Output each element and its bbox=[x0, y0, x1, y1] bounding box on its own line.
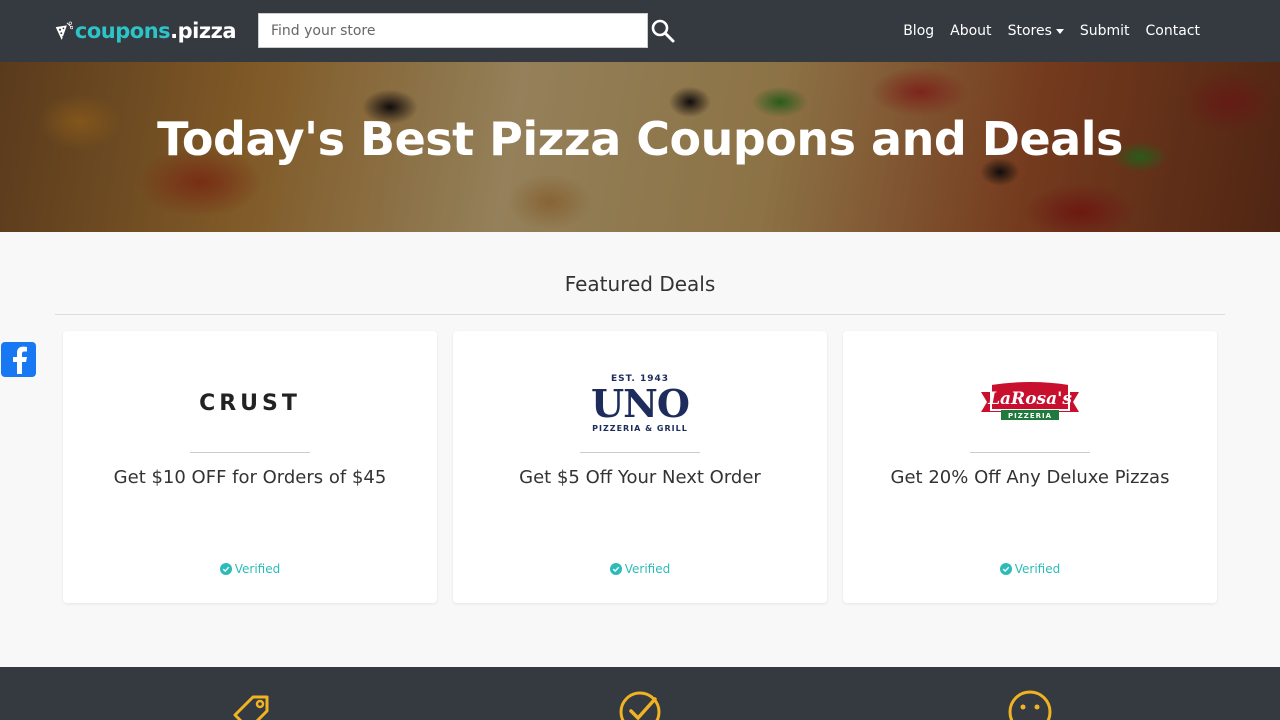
card-divider bbox=[190, 452, 310, 453]
hero-banner: Today's Best Pizza Coupons and Deals bbox=[0, 62, 1280, 232]
uno-logo: EST. 1943 UNO PIZZERIA & GRILL bbox=[453, 353, 827, 453]
logo-text: coupons.pizza bbox=[74, 19, 237, 43]
deal-card-uno[interactable]: EST. 1943 UNO PIZZERIA & GRILL Get $5 Of… bbox=[453, 331, 827, 603]
search-icon[interactable] bbox=[650, 18, 676, 44]
check-circle-icon bbox=[999, 563, 1012, 575]
hero-title: Today's Best Pizza Coupons and Deals bbox=[157, 112, 1123, 166]
nav-links: Blog About Stores Submit Contact bbox=[895, 0, 1208, 62]
card-divider bbox=[970, 452, 1090, 453]
crust-logo-text: CRUST bbox=[199, 390, 301, 416]
logo-text-part2: .pizza bbox=[170, 19, 236, 43]
logo-text-part1: coupons bbox=[74, 19, 171, 43]
uno-logo-text: UNO bbox=[591, 380, 690, 426]
verified-label: Verified bbox=[234, 562, 281, 576]
pizza-logo-icon bbox=[55, 21, 73, 41]
caret-down-icon bbox=[1055, 28, 1064, 34]
verified-label: Verified bbox=[1014, 562, 1061, 576]
check-circle-icon bbox=[219, 563, 232, 575]
deal-card-crust[interactable]: CRUST Get $10 OFF for Orders of $45 Veri… bbox=[63, 331, 437, 603]
verified-badge: Verified bbox=[63, 562, 437, 576]
nav-link-contact[interactable]: Contact bbox=[1138, 23, 1208, 39]
larosas-logo-graphic: LaRosa's PIZZERIA bbox=[981, 380, 1079, 420]
site-logo[interactable]: coupons.pizza bbox=[54, 6, 236, 56]
facebook-icon[interactable] bbox=[1, 342, 36, 377]
larosas-logo: LaRosa's PIZZERIA bbox=[843, 353, 1217, 453]
verified-label: Verified bbox=[624, 562, 671, 576]
larosas-logo-text: LaRosa's bbox=[987, 389, 1072, 409]
nav-link-submit[interactable]: Submit bbox=[1072, 23, 1138, 39]
facebook-f-glyph bbox=[12, 346, 27, 374]
deal-card-larosas[interactable]: LaRosa's PIZZERIA Get 20% Off Any Deluxe… bbox=[843, 331, 1217, 603]
deal-text: Get 20% Off Any Deluxe Pizzas bbox=[890, 467, 1170, 488]
nav-dropdown-stores[interactable]: Stores bbox=[1000, 23, 1072, 39]
card-divider bbox=[580, 452, 700, 453]
nav-link-blog[interactable]: Blog bbox=[895, 23, 942, 39]
featured-deals-title: Featured Deals bbox=[564, 272, 716, 296]
search-input[interactable] bbox=[258, 13, 648, 48]
check-circle-icon bbox=[609, 563, 622, 575]
tag-icon bbox=[233, 695, 269, 720]
uno-logo-sub: PIZZERIA & GRILL bbox=[592, 423, 688, 433]
check-circle-icon bbox=[619, 691, 661, 720]
nav-dropdown-stores-label: Stores bbox=[1007, 23, 1052, 39]
navbar: coupons.pizza Blog About Stores Submit C… bbox=[0, 0, 1280, 62]
deal-text: Get $5 Off Your Next Order bbox=[519, 467, 761, 488]
nav-link-about[interactable]: About bbox=[942, 23, 999, 39]
verified-badge: Verified bbox=[843, 562, 1217, 576]
crust-logo: CRUST bbox=[63, 353, 437, 453]
larosas-logo-sub: PIZZERIA bbox=[1008, 412, 1052, 420]
verified-badge: Verified bbox=[453, 562, 827, 576]
section-divider bbox=[55, 314, 1225, 315]
deal-text: Get $10 OFF for Orders of $45 bbox=[113, 467, 387, 488]
features-band bbox=[0, 667, 1280, 720]
smile-icon bbox=[1008, 690, 1052, 720]
